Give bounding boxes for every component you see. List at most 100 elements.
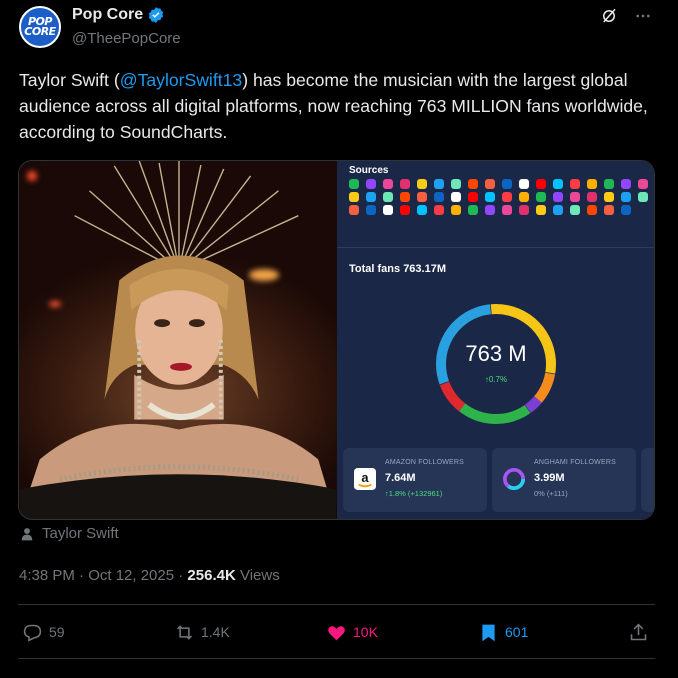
share-button[interactable]: [628, 616, 649, 648]
photo[interactable]: [19, 161, 337, 519]
anghami-followers-card: ANGHAMI FOLLOWERS 3.99M 0% (+111): [492, 448, 636, 512]
source-platform-icon: [366, 205, 376, 215]
action-bar: 59 1.4K 10K 601: [0, 616, 678, 648]
author-name-row: Pop Core: [72, 6, 165, 24]
svg-text:a: a: [361, 470, 369, 485]
source-platform-icon: [383, 192, 393, 202]
card-value: 3.99M: [534, 472, 565, 484]
source-platform-icon: [451, 179, 461, 189]
repost-button[interactable]: 1.4K: [174, 616, 230, 648]
source-platform-icon: [468, 192, 478, 202]
repost-icon: [176, 624, 193, 640]
source-platform-icon: [621, 179, 631, 189]
donut-total-value: 763 M: [465, 341, 527, 366]
bookmark-count: 601: [505, 624, 529, 640]
source-platform-icon: [468, 205, 478, 215]
portrait-figure: [19, 161, 337, 519]
source-platform-icon: [366, 192, 376, 202]
source-platform-icon: [570, 205, 580, 215]
header-actions: [600, 7, 652, 25]
source-platform-icon: [519, 192, 529, 202]
divider-top: [18, 604, 655, 605]
source-platform-icon: [417, 205, 427, 215]
media-caption[interactable]: Taylor Swift: [20, 525, 119, 542]
source-platform-icon: [519, 205, 529, 215]
sources-icon-grid: [349, 179, 654, 215]
source-platform-icon: [451, 192, 461, 202]
avatar[interactable]: POP CORE: [19, 6, 61, 48]
source-platform-icon: [383, 205, 393, 215]
card-title: AMAZON FOLLOWERS: [385, 459, 465, 466]
source-platform-icon: [349, 205, 359, 215]
source-platform-icon: [502, 179, 512, 189]
source-platform-icon: [417, 192, 427, 202]
views-count: 256.4K: [187, 567, 236, 584]
next-card-peek: [641, 448, 654, 512]
source-platform-icon: [587, 192, 597, 202]
source-platform-icon: [502, 205, 512, 215]
caption-text: Taylor Swift: [42, 525, 119, 542]
card-value: 7.64M: [385, 472, 416, 484]
card-title: ANGHAMI FOLLOWERS: [534, 459, 616, 466]
source-platform-icon: [587, 179, 597, 189]
source-platform-icon: [604, 192, 614, 202]
verified-badge-icon: [149, 7, 164, 23]
card-change: 0% (+111): [534, 489, 568, 498]
tweet-meta: 4:38 PM · Oct 12, 2025 · 256.4K Views: [19, 567, 280, 584]
reply-button[interactable]: 59: [22, 616, 65, 648]
source-platform-icon: [451, 205, 461, 215]
source-platform-icon: [536, 205, 546, 215]
source-platform-icon: [383, 179, 393, 189]
timestamp[interactable]: 4:38 PM · Oct 12, 2025 ·: [19, 567, 187, 584]
source-platform-icon: [502, 192, 512, 202]
source-platform-icon: [400, 192, 410, 202]
source-platform-icon: [587, 205, 597, 215]
source-platform-icon: [621, 205, 631, 215]
like-button[interactable]: 10K: [326, 616, 378, 648]
mention-link[interactable]: @TaylorSwift13: [120, 70, 243, 90]
source-platform-icon: [570, 179, 580, 189]
source-platform-icon: [400, 205, 410, 215]
sources-label: Sources: [349, 165, 389, 176]
source-platform-icon: [417, 179, 427, 189]
anghami-icon: [503, 468, 525, 490]
donut-change: ↑0.7%: [484, 375, 508, 384]
repost-count: 1.4K: [201, 624, 230, 640]
bookmark-button[interactable]: 601: [478, 616, 528, 648]
views-label: Views: [235, 567, 280, 584]
reply-count: 59: [49, 624, 65, 640]
person-icon: [21, 527, 33, 540]
source-platform-icon: [604, 205, 614, 215]
amazon-icon: a: [354, 468, 376, 490]
author-handle[interactable]: @TheePopCore: [72, 30, 181, 47]
source-platform-icon: [485, 205, 495, 215]
source-platform-icon: [553, 179, 563, 189]
like-count: 10K: [353, 624, 378, 640]
source-platform-icon: [621, 192, 631, 202]
amazon-followers-card: a AMAZON FOLLOWERS 7.64M ↑1.8% (+132961): [343, 448, 487, 512]
source-platform-icon: [434, 205, 444, 215]
tweet-text: Taylor Swift (@TaylorSwift13) has become…: [19, 67, 659, 145]
soundcharts-panel: Sources Total fans 763.17M 763 M ↑0.7% a: [337, 161, 654, 519]
source-platform-icon: [468, 179, 478, 189]
source-platform-icon: [638, 192, 648, 202]
heart-icon: [328, 625, 345, 640]
tweet: POP CORE Pop Core @TheePopCore Taylor Sw…: [0, 0, 678, 678]
source-platform-icon: [536, 192, 546, 202]
share-icon: [630, 623, 647, 640]
divider-bottom: [18, 658, 655, 659]
source-platform-icon: [349, 179, 359, 189]
source-platform-icon: [400, 179, 410, 189]
display-name[interactable]: Pop Core: [72, 6, 143, 24]
more-options-icon[interactable]: [634, 7, 652, 25]
bookmark-icon: [482, 624, 495, 641]
grok-icon[interactable]: [600, 7, 618, 25]
total-fans-label: Total fans 763.17M: [349, 263, 446, 275]
media-container[interactable]: Sources Total fans 763.17M 763 M ↑0.7% a: [18, 160, 655, 520]
source-platform-icon: [519, 179, 529, 189]
source-platform-icon: [434, 179, 444, 189]
source-platform-icon: [638, 179, 648, 189]
card-change: ↑1.8% (+132961): [385, 489, 443, 498]
source-platform-icon: [349, 192, 359, 202]
source-platform-icon: [604, 179, 614, 189]
